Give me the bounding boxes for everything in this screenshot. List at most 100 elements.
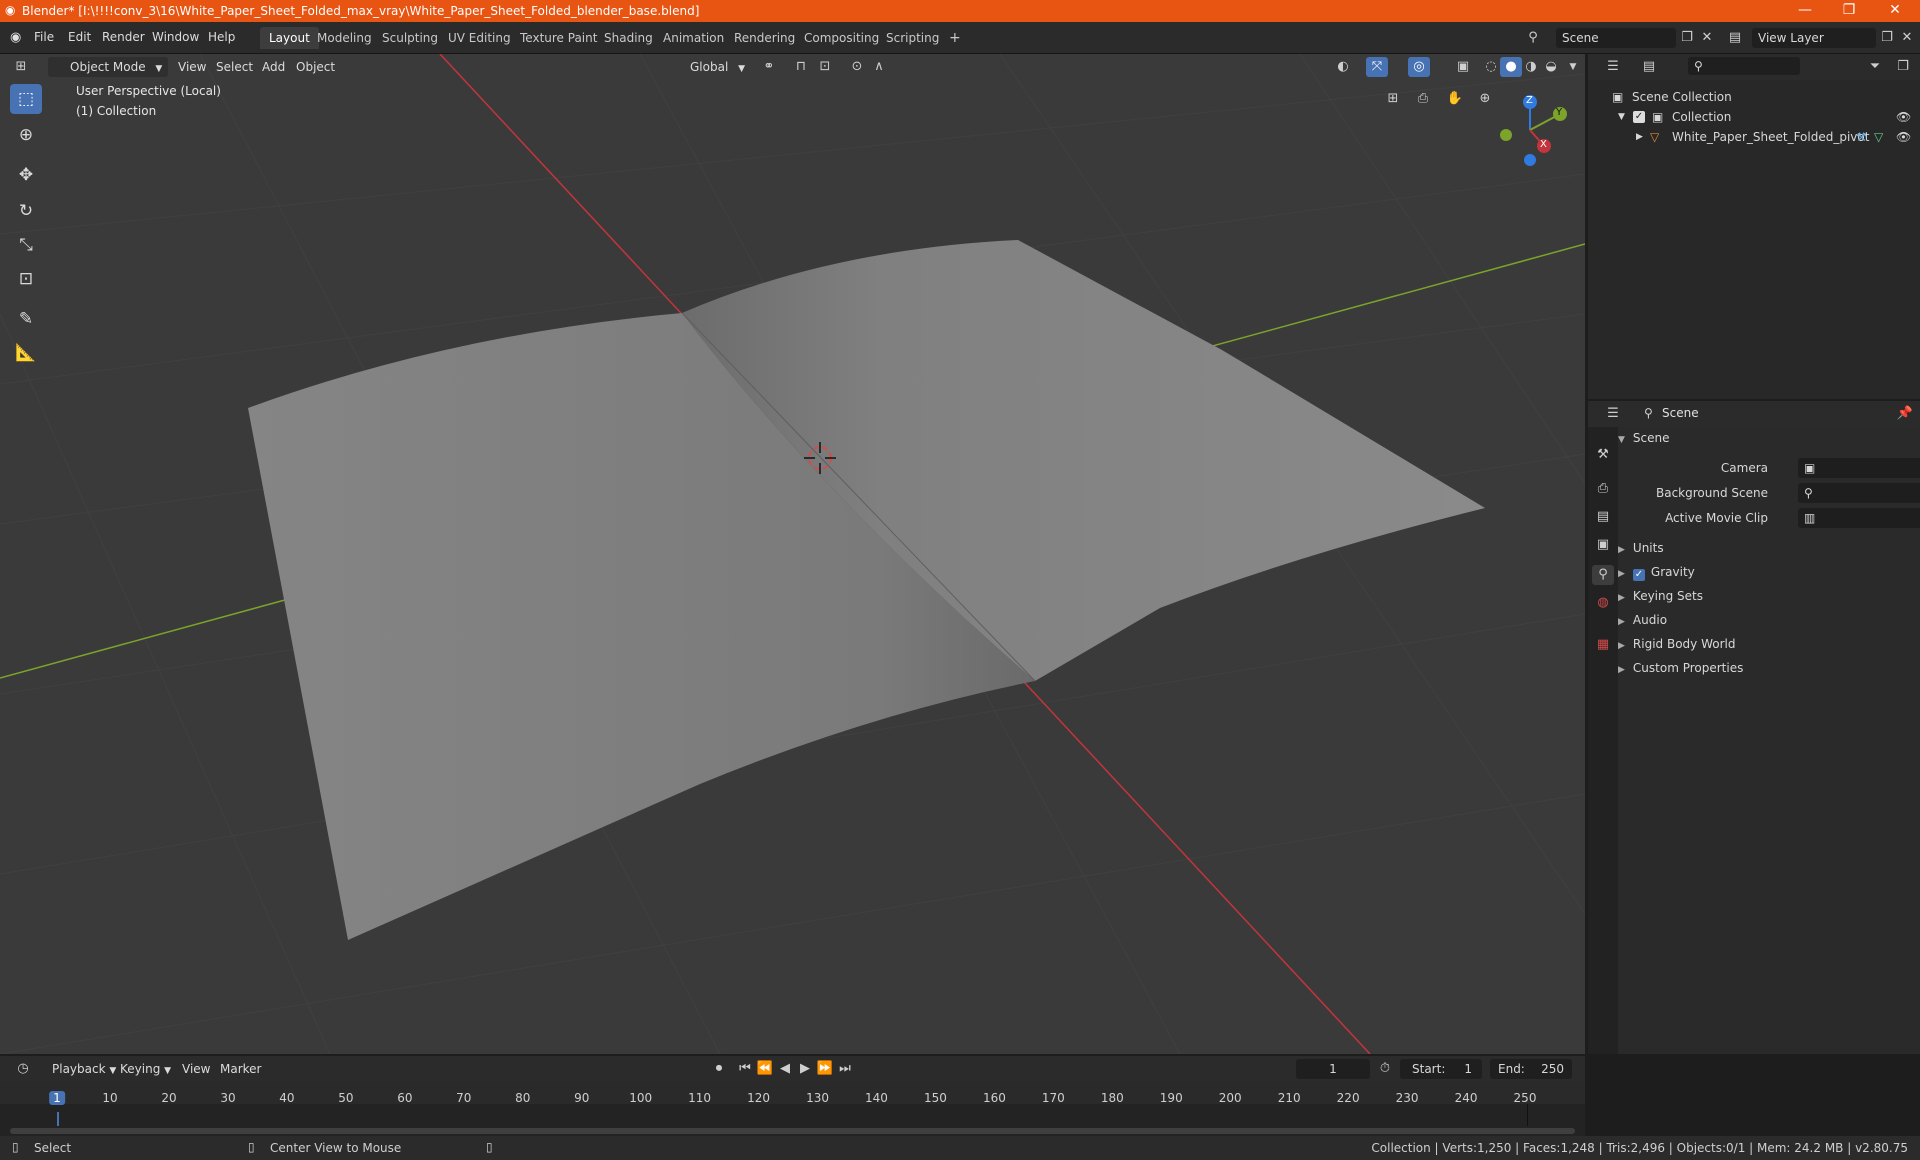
- tool-tab-icon[interactable]: ⚒: [1592, 445, 1614, 465]
- eye-icon[interactable]: 👁: [1896, 107, 1911, 127]
- rigid-body-world-panel-header[interactable]: ▶ Rigid Body World: [1618, 633, 1735, 655]
- annotate-tool-icon[interactable]: ✎: [10, 304, 42, 334]
- tab-modeling[interactable]: Modeling: [308, 27, 381, 49]
- scene-browse-icon[interactable]: ⚲: [1522, 28, 1544, 48]
- shading-options-icon[interactable]: ▼: [1562, 57, 1584, 77]
- blender-menu-icon[interactable]: ◉: [10, 30, 21, 45]
- pin-icon[interactable]: 📌: [1894, 404, 1916, 424]
- custom-properties-panel-header[interactable]: ▶ Custom Properties: [1618, 657, 1743, 679]
- select-box-tool-icon[interactable]: ⬚: [10, 84, 42, 114]
- material-shading-icon[interactable]: ◑: [1520, 57, 1542, 77]
- timeline-menu-marker[interactable]: Marker: [214, 1059, 267, 1079]
- background-scene-field[interactable]: ⚲: [1798, 483, 1920, 503]
- editor-type-icon[interactable]: ⊞: [10, 57, 32, 77]
- start-frame-field[interactable]: Start: 1: [1400, 1059, 1482, 1079]
- outliner-search-input[interactable]: ⚲: [1688, 57, 1800, 75]
- snap-target-icon[interactable]: ⊡: [814, 57, 836, 77]
- tab-scripting[interactable]: Scripting: [877, 27, 948, 49]
- delete-viewlayer-icon[interactable]: ✕: [1896, 28, 1918, 48]
- audio-panel-header[interactable]: ▶ Audio: [1618, 609, 1667, 631]
- viewport-menu-add[interactable]: Add: [256, 57, 291, 77]
- scene-name-field[interactable]: Scene: [1556, 28, 1676, 48]
- viewlayer-browse-icon[interactable]: ▤: [1724, 28, 1746, 48]
- tab-uv-editing[interactable]: UV Editing: [439, 27, 520, 49]
- stopwatch-icon[interactable]: ⏱: [1374, 1059, 1396, 1079]
- viewport-menu-object[interactable]: Object: [290, 57, 341, 77]
- rendered-shading-icon[interactable]: ◒: [1540, 57, 1562, 77]
- transform-orientation-dropdown[interactable]: Global ▼: [668, 57, 751, 77]
- viewlayer-tab-icon[interactable]: ▣: [1592, 535, 1614, 555]
- tab-sculpting[interactable]: Sculpting: [373, 27, 447, 49]
- wireframe-shading-icon[interactable]: ◌: [1480, 57, 1502, 77]
- move-tool-icon[interactable]: ✥: [10, 160, 42, 190]
- scene-panel-header[interactable]: ▼ Scene: [1618, 427, 1918, 449]
- zoom-icon[interactable]: ⊕: [1474, 89, 1496, 109]
- visibility-icon[interactable]: ◐: [1332, 57, 1354, 77]
- next-keyframe-icon[interactable]: ⏩: [814, 1059, 836, 1079]
- viewlayer-name-field[interactable]: View Layer: [1752, 28, 1876, 48]
- outliner-row-collection[interactable]: ▼ ✓ ▣ Collection 👁: [1588, 107, 1920, 127]
- object-mode-dropdown[interactable]: Object Mode ▼: [48, 57, 169, 77]
- scene-tab-icon[interactable]: ⚲: [1592, 565, 1614, 585]
- tab-shading[interactable]: Shading: [595, 27, 662, 49]
- timeline-playhead[interactable]: [57, 1112, 59, 1126]
- menu-edit[interactable]: Edit: [68, 30, 91, 44]
- gravity-checkbox[interactable]: ✓: [1632, 569, 1645, 581]
- menu-window[interactable]: Window: [152, 30, 199, 44]
- keying-sets-panel-header[interactable]: ▶ Keying Sets: [1618, 585, 1703, 607]
- toggle-grid-icon[interactable]: ⊞: [1382, 89, 1404, 109]
- filter-icon[interactable]: ⏷: [1864, 57, 1886, 77]
- expand-triangle-icon[interactable]: ▶: [1636, 127, 1643, 147]
- collection-checkbox[interactable]: ✓: [1633, 111, 1645, 123]
- gravity-panel-header[interactable]: ▶ ✓ Gravity: [1618, 561, 1695, 583]
- menu-help[interactable]: Help: [208, 30, 235, 44]
- gizmo-toggle-icon[interactable]: ⤧: [1366, 57, 1388, 77]
- scale-tool-icon[interactable]: ⤡: [10, 230, 42, 260]
- 3d-viewport[interactable]: Z Y X: [0, 54, 1585, 1054]
- falloff-icon[interactable]: ∧: [868, 57, 890, 77]
- camera-view-icon[interactable]: ⎙: [1412, 89, 1434, 109]
- outliner-row-scene-collection[interactable]: ▣ Scene Collection: [1588, 87, 1920, 107]
- snap-icon[interactable]: ⊓: [790, 57, 812, 77]
- solid-shading-icon[interactable]: ●: [1500, 57, 1522, 77]
- timeline-menu-view[interactable]: View: [176, 1059, 216, 1079]
- world-tab-icon[interactable]: ◍: [1592, 593, 1614, 613]
- timeline-scrollbar[interactable]: [10, 1128, 1575, 1134]
- modifier-wrench-icon[interactable]: ⚒: [1856, 127, 1867, 147]
- pan-hand-icon[interactable]: ✋: [1444, 89, 1466, 109]
- play-icon[interactable]: ▶: [794, 1059, 816, 1079]
- tab-texture-paint[interactable]: Texture Paint: [511, 27, 606, 49]
- timeline-editor-type-icon[interactable]: ◷: [12, 1059, 34, 1079]
- jump-start-icon[interactable]: ⏮: [734, 1059, 756, 1079]
- display-mode-icon[interactable]: ▤: [1638, 57, 1660, 77]
- measure-tool-icon[interactable]: 📐: [10, 338, 42, 368]
- output-tab-icon[interactable]: ▤: [1592, 507, 1614, 527]
- new-viewlayer-icon[interactable]: ❐: [1876, 28, 1898, 48]
- record-icon[interactable]: ⏺: [708, 1059, 730, 1079]
- pivot-point-icon[interactable]: ⚭: [758, 57, 780, 77]
- timeline-menu-playback[interactable]: Playback ▼: [46, 1059, 122, 1079]
- new-collection-icon[interactable]: ❐: [1892, 57, 1914, 77]
- close-button[interactable]: ✕: [1872, 0, 1918, 22]
- render-tab-icon[interactable]: ⎙: [1592, 479, 1614, 499]
- overlay-toggle-icon[interactable]: ◎: [1408, 57, 1430, 77]
- new-scene-icon[interactable]: ❐: [1676, 28, 1698, 48]
- add-workspace-button[interactable]: +: [940, 27, 970, 49]
- transform-tool-icon[interactable]: ⊡: [10, 264, 42, 294]
- jump-end-icon[interactable]: ⏭: [834, 1059, 856, 1079]
- rotate-tool-icon[interactable]: ↻: [10, 196, 42, 226]
- menu-render[interactable]: Render: [102, 30, 145, 44]
- tab-rendering[interactable]: Rendering: [725, 27, 804, 49]
- active-movie-clip-field[interactable]: ▥: [1798, 508, 1920, 528]
- restore-button[interactable]: ❐: [1826, 0, 1872, 22]
- outliner-editor-type-icon[interactable]: ☰: [1602, 57, 1624, 77]
- units-panel-header[interactable]: ▶ Units: [1618, 537, 1664, 559]
- minimize-button[interactable]: —: [1782, 0, 1828, 22]
- camera-field[interactable]: ▣: [1798, 458, 1920, 478]
- cursor-tool-icon[interactable]: ⊕: [10, 120, 42, 150]
- properties-editor-type-icon[interactable]: ☰: [1602, 404, 1624, 424]
- end-frame-field[interactable]: End: 250: [1490, 1059, 1572, 1079]
- navigation-gizmo[interactable]: Z Y X: [1490, 90, 1570, 170]
- menu-file[interactable]: File: [34, 30, 54, 44]
- current-frame-field[interactable]: 1: [1296, 1059, 1370, 1079]
